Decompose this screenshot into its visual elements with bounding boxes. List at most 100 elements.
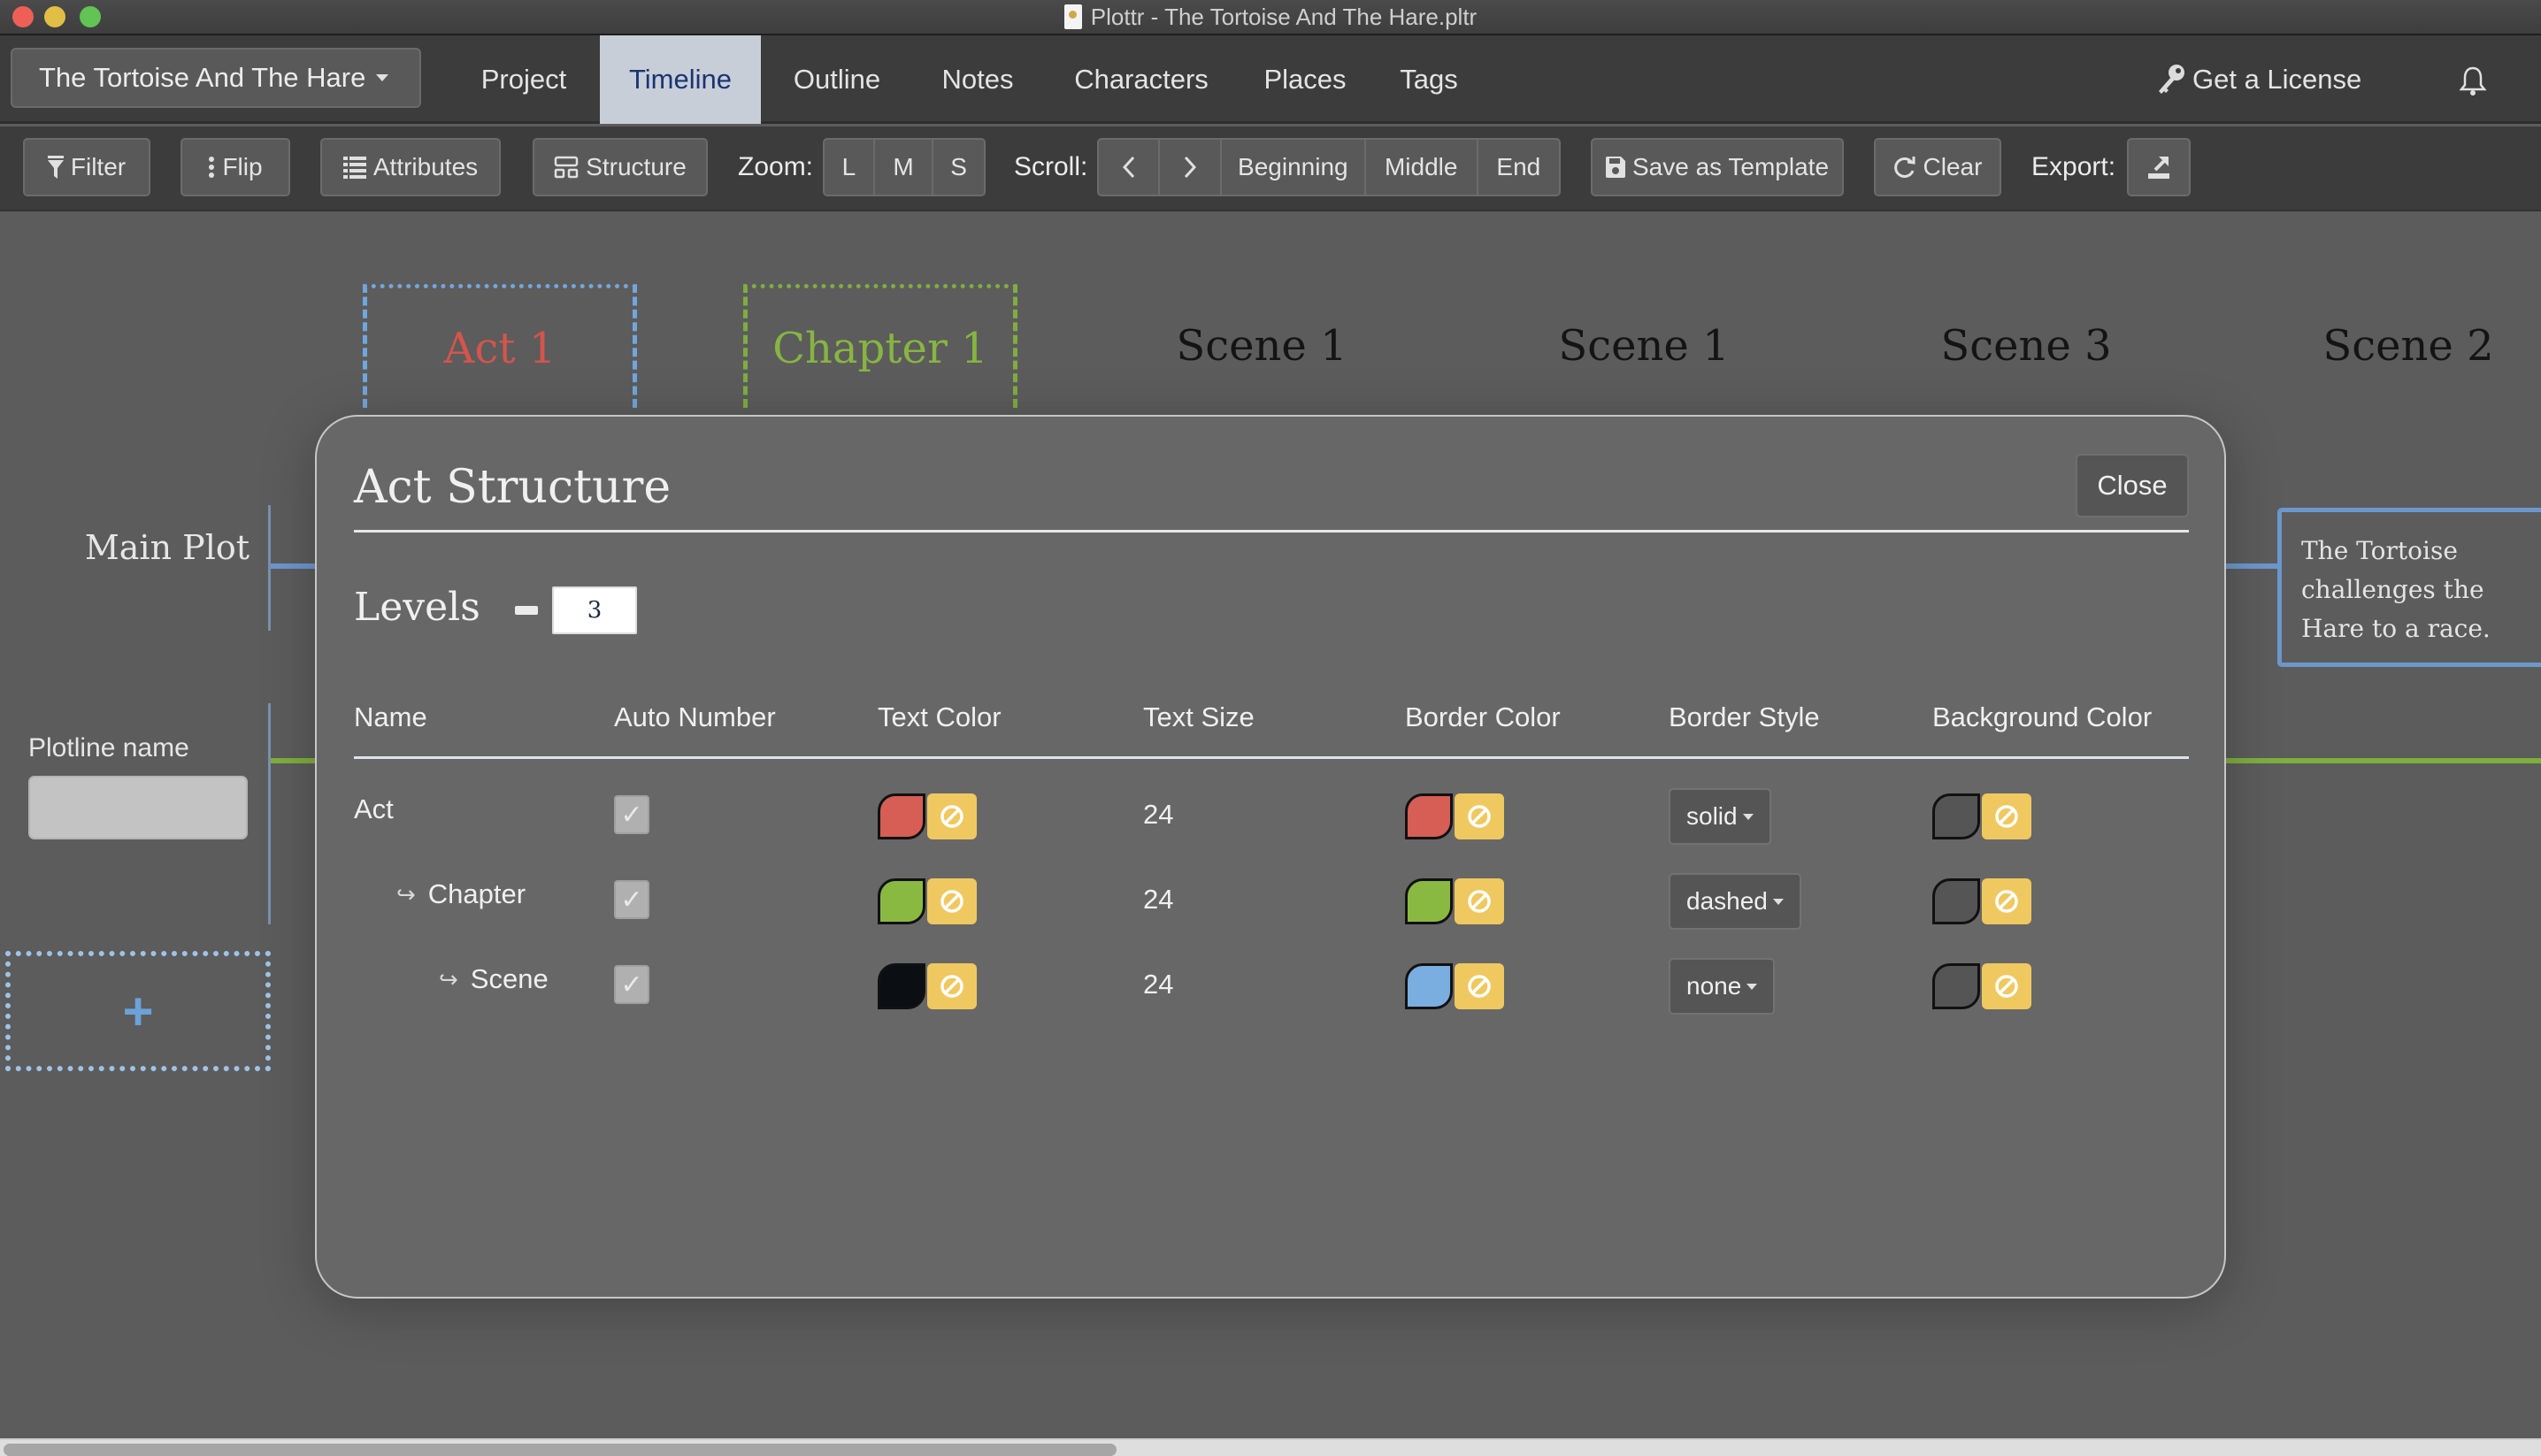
tab-project[interactable]: Project <box>453 35 595 124</box>
border-color-clear-button-chapter[interactable] <box>1455 878 1504 924</box>
scroll-right-button[interactable] <box>1160 140 1222 195</box>
border-color-clear-button-scene[interactable] <box>1455 963 1504 1009</box>
structure-button[interactable]: Structure <box>533 138 708 196</box>
level-name-label: Chapter <box>427 878 526 909</box>
levels-input[interactable] <box>552 586 637 634</box>
act-structure-modal: Act Structure Close Levels Name Auto Num… <box>315 415 2226 1299</box>
clear-label: Clear <box>1923 153 1983 180</box>
beat-act-1[interactable]: Act 1 <box>363 284 637 408</box>
column-header-text-size: Text Size <box>1143 701 1255 732</box>
tab-notes[interactable]: Notes <box>911 35 1044 124</box>
scroll-middle-button[interactable]: Middle <box>1366 140 1478 195</box>
column-header-border-color: Border Color <box>1405 701 1561 732</box>
ban-icon <box>1468 890 1491 913</box>
tab-outline[interactable]: Outline <box>770 35 904 124</box>
text-color-swatch-scene[interactable] <box>878 963 925 1009</box>
scroll-beginning-button[interactable]: Beginning <box>1222 140 1366 195</box>
column-header-text-color: Text Color <box>878 701 1002 732</box>
border-color-clear-button-act[interactable] <box>1455 793 1504 839</box>
level-name-act: Act <box>354 793 394 825</box>
chevron-left-icon <box>1122 156 1134 179</box>
background-color-clear-button-scene[interactable] <box>1982 963 2031 1009</box>
attributes-button[interactable]: Attributes <box>320 138 501 196</box>
vertical-dots-icon <box>209 157 215 178</box>
title-divider <box>354 530 2189 533</box>
text-color-clear-button-scene[interactable] <box>927 963 977 1009</box>
refresh-icon <box>1893 157 1915 178</box>
border-style-select-chapter[interactable]: dashed <box>1669 873 1801 930</box>
export-button[interactable] <box>2127 138 2191 196</box>
auto-number-checkbox-chapter[interactable]: ✓ <box>614 880 649 919</box>
text-size-chapter[interactable]: 24 <box>1143 884 1173 916</box>
background-color-clear-button-chapter[interactable] <box>1982 878 2031 924</box>
text-color-clear-button-chapter[interactable] <box>927 878 977 924</box>
border-color-swatch-scene[interactable] <box>1405 963 1453 1009</box>
key-icon <box>2159 65 2184 94</box>
zoom-large-button[interactable]: L <box>825 140 875 195</box>
text-size-scene[interactable]: 24 <box>1143 969 1173 1000</box>
project-dropdown-label: The Tortoise And The Hare <box>39 62 366 93</box>
border-color-swatch-act[interactable] <box>1405 793 1453 839</box>
scrollbar-thumb[interactable] <box>4 1444 1117 1456</box>
background-color-swatch-scene[interactable] <box>1932 963 1980 1009</box>
beat-scene[interactable]: Scene 2 <box>2276 284 2541 408</box>
close-button[interactable]: Close <box>2076 454 2189 517</box>
background-color-clear-button-act[interactable] <box>1982 793 2031 839</box>
save-as-template-button[interactable]: Save as Template <box>1591 138 1844 196</box>
plotline-name-input[interactable] <box>28 776 248 839</box>
document-icon <box>1063 4 1082 29</box>
background-color-swatch-chapter[interactable] <box>1932 878 1980 924</box>
scene-card[interactable]: The Tortoise challenges the Hare to a ra… <box>2277 508 2541 667</box>
scroll-end-button[interactable]: End <box>1478 140 1559 195</box>
project-dropdown[interactable]: The Tortoise And The Hare <box>11 48 421 108</box>
indent-arrow-icon: ↪ <box>439 965 458 992</box>
ban-icon <box>940 805 963 828</box>
get-license-link[interactable]: Get a License <box>2155 35 2361 124</box>
get-license-label: Get a License <box>2192 64 2362 95</box>
tab-timeline[interactable]: Timeline <box>600 35 761 124</box>
background-color-swatch-act[interactable] <box>1932 793 1980 839</box>
tab-characters[interactable]: Characters <box>1051 35 1232 124</box>
main-navbar: The Tortoise And The Hare Project Timeli… <box>0 35 2541 124</box>
text-size-act[interactable]: 24 <box>1143 799 1173 831</box>
decrease-levels-button[interactable] <box>515 606 538 615</box>
header-divider <box>354 756 2189 759</box>
save-as-template-label: Save as Template <box>1631 153 1830 180</box>
tab-places[interactable]: Places <box>1239 35 1371 124</box>
text-color-clear-button-act[interactable] <box>927 793 977 839</box>
beat-chapter-1[interactable]: Chapter 1 <box>743 284 1017 408</box>
structure-label: Structure <box>586 153 687 180</box>
level-name-chapter: ↪ Chapter <box>396 878 526 910</box>
add-plotline-button[interactable]: + <box>5 951 271 1071</box>
filter-button[interactable]: Filter <box>23 138 150 196</box>
border-style-select-scene[interactable]: none <box>1669 958 1776 1015</box>
text-color-swatch-chapter[interactable] <box>878 878 925 924</box>
scroll-left-button[interactable] <box>1099 140 1161 195</box>
text-color-swatch-act[interactable] <box>878 793 925 839</box>
ban-icon <box>1468 975 1491 998</box>
tab-tags[interactable]: Tags <box>1380 35 1478 124</box>
plotline-title-main-plot[interactable]: Main Plot <box>0 528 249 567</box>
border-color-swatch-chapter[interactable] <box>1405 878 1453 924</box>
clear-button[interactable]: Clear <box>1874 138 2001 196</box>
zoom-small-button[interactable]: S <box>933 140 984 195</box>
export-icon <box>2148 157 2169 179</box>
level-name-label: Act <box>354 793 394 824</box>
border-style-select-act[interactable]: solid <box>1669 788 1771 845</box>
ban-icon <box>1995 805 2018 828</box>
flip-button[interactable]: Flip <box>180 138 290 196</box>
chevron-right-icon <box>1185 156 1197 179</box>
auto-number-checkbox-scene[interactable]: ✓ <box>614 965 649 1004</box>
ban-icon <box>1995 890 2018 913</box>
border-style-value: none <box>1686 972 1742 1000</box>
auto-number-checkbox-act[interactable]: ✓ <box>614 795 649 834</box>
bell-icon[interactable] <box>2458 65 2488 97</box>
levels-label: Levels <box>354 585 480 630</box>
zoom-medium-button[interactable]: M <box>875 140 934 195</box>
beat-scene[interactable]: Scene 1 <box>1511 284 1777 408</box>
beat-scene[interactable]: Scene 1 <box>1129 284 1394 408</box>
horizontal-scrollbar[interactable] <box>0 1438 2541 1456</box>
window-title: Plottr - The Tortoise And The Hare.pltr <box>0 0 2541 34</box>
beat-scene[interactable]: Scene 3 <box>1893 284 2159 408</box>
export-label: Export: <box>2031 152 2116 181</box>
